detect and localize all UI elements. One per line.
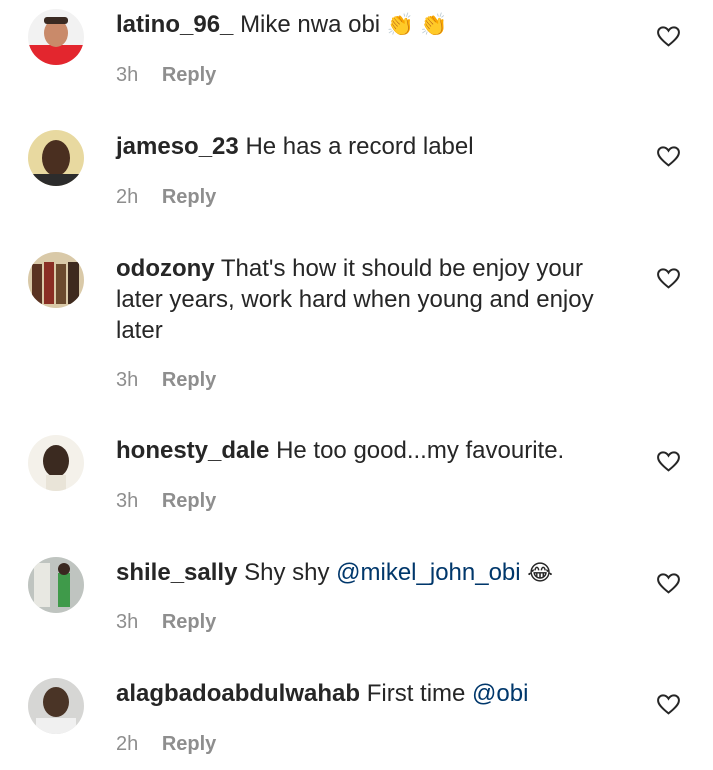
avatar[interactable] (28, 130, 84, 186)
heart-outline-icon[interactable] (656, 266, 681, 291)
comment-text: latino_96_ Mike nwa obi 👏 👏 (116, 9, 616, 40)
comment-username[interactable]: latino_96_ (116, 11, 233, 38)
comment-timestamp: 3h (116, 490, 139, 512)
comment-body: Mike nwa obi (240, 11, 381, 38)
comment-body: He has a record label (245, 133, 474, 160)
comment-text: shile_sally Shy shy @mikel_john_obi 😂 (116, 557, 616, 588)
comment-meta: 2h Reply (116, 186, 216, 209)
comment-timestamp: 2h (116, 733, 139, 755)
comment-meta: 2h Reply (116, 733, 216, 756)
comment-meta: 3h Reply (116, 611, 216, 634)
comment-body: He too good...my favourite. (276, 437, 565, 464)
heart-outline-icon[interactable] (656, 144, 681, 169)
comment-timestamp: 3h (116, 369, 139, 391)
mention-link[interactable]: @mikel_john_obi (336, 559, 520, 586)
reply-button[interactable]: Reply (162, 490, 216, 512)
comment-text: odozony That's how it should be enjoy yo… (116, 253, 616, 346)
heart-outline-icon[interactable] (656, 24, 681, 49)
heart-outline-icon[interactable] (656, 571, 681, 596)
reply-button[interactable]: Reply (162, 64, 216, 86)
comment-username[interactable]: alagbadoabdulwahab (116, 680, 360, 707)
comment-meta: 3h Reply (116, 490, 216, 513)
heart-outline-icon[interactable] (656, 692, 681, 717)
comment-item: alagbadoabdulwahab First time @obi 2h Re… (0, 668, 713, 770)
comment-username[interactable]: odozony (116, 255, 215, 282)
comment-timestamp: 3h (116, 611, 139, 633)
comment-item: odozony That's how it should be enjoy yo… (0, 242, 713, 424)
comment-body: Shy shy (244, 559, 330, 586)
avatar[interactable] (28, 557, 84, 613)
comment-item: jameso_23 He has a record label 2h Reply (0, 120, 713, 242)
comment-item: latino_96_ Mike nwa obi 👏 👏 3h Reply (0, 0, 713, 120)
comment-meta: 3h Reply (116, 369, 216, 392)
reply-button[interactable]: Reply (162, 186, 216, 208)
comment-username[interactable]: honesty_dale (116, 437, 269, 464)
reply-button[interactable]: Reply (162, 611, 216, 633)
laughing-tears-emoji: 😂 (527, 560, 553, 585)
comment-item: shile_sally Shy shy @mikel_john_obi 😂 3h… (0, 546, 713, 668)
comment-text: alagbadoabdulwahab First time @obi (116, 678, 616, 709)
comment-meta: 3h Reply (116, 64, 216, 87)
avatar[interactable] (28, 252, 84, 308)
clapping-hands-emoji: 👏 👏 (386, 12, 448, 37)
comment-timestamp: 3h (116, 64, 139, 86)
comment-body: First time (366, 680, 466, 707)
avatar[interactable] (28, 435, 84, 491)
comment-username[interactable]: jameso_23 (116, 133, 239, 160)
comment-item: honesty_dale He too good...my favourite.… (0, 424, 713, 546)
avatar[interactable] (28, 678, 84, 734)
comment-text: jameso_23 He has a record label (116, 131, 616, 162)
comment-timestamp: 2h (116, 186, 139, 208)
mention-link[interactable]: @obi (472, 680, 528, 707)
heart-outline-icon[interactable] (656, 449, 681, 474)
comment-text: honesty_dale He too good...my favourite. (116, 435, 616, 466)
avatar[interactable] (28, 9, 84, 65)
reply-button[interactable]: Reply (162, 369, 216, 391)
comment-username[interactable]: shile_sally (116, 559, 237, 586)
reply-button[interactable]: Reply (162, 733, 216, 755)
